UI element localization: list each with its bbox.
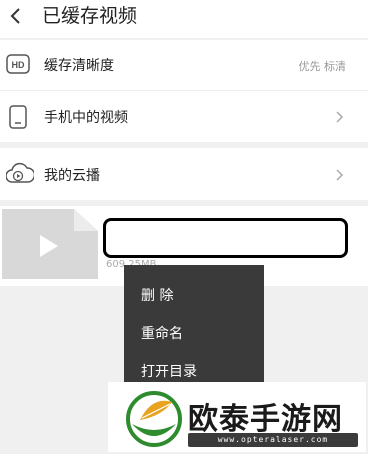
menu-item-rename[interactable]: 重命名 (141, 323, 183, 343)
watermark-text: 欧泰手游网 (188, 402, 343, 437)
my-cloud-row[interactable]: 我的云播 (0, 148, 368, 200)
chevron-right-icon (336, 111, 344, 123)
context-menu: 删 除 重命名 打开目录 (124, 265, 264, 391)
cloud-play-icon (6, 162, 34, 183)
watermark: 欧泰手游网 www.opteralaser.com (108, 382, 366, 452)
page-title: 已缓存视频 (42, 5, 138, 27)
menu-item-delete[interactable]: 删 除 (141, 285, 173, 305)
local-videos-label: 手机中的视频 (44, 110, 128, 126)
cache-quality-value: 优先 标清 (298, 60, 347, 73)
watermark-url: www.opteralaser.com (188, 433, 358, 447)
video-title-redacted (103, 218, 348, 258)
video-thumbnail (2, 209, 98, 279)
my-cloud-label: 我的云播 (44, 168, 100, 184)
local-videos-row[interactable]: 手机中的视频 (0, 90, 368, 142)
menu-item-open-folder[interactable]: 打开目录 (141, 361, 197, 381)
phone-icon (9, 105, 27, 129)
cache-quality-row[interactable]: HD 缓存清晰度 优先 标清 (0, 40, 368, 90)
hd-icon: HD (6, 54, 30, 74)
cache-quality-label: 缓存清晰度 (44, 58, 114, 74)
svg-text:HD: HD (12, 60, 25, 70)
chevron-right-icon (336, 169, 344, 181)
watermark-logo-icon (126, 391, 182, 447)
top-bar: 已缓存视频 (0, 0, 368, 38)
chevron-left-icon[interactable] (6, 5, 28, 27)
